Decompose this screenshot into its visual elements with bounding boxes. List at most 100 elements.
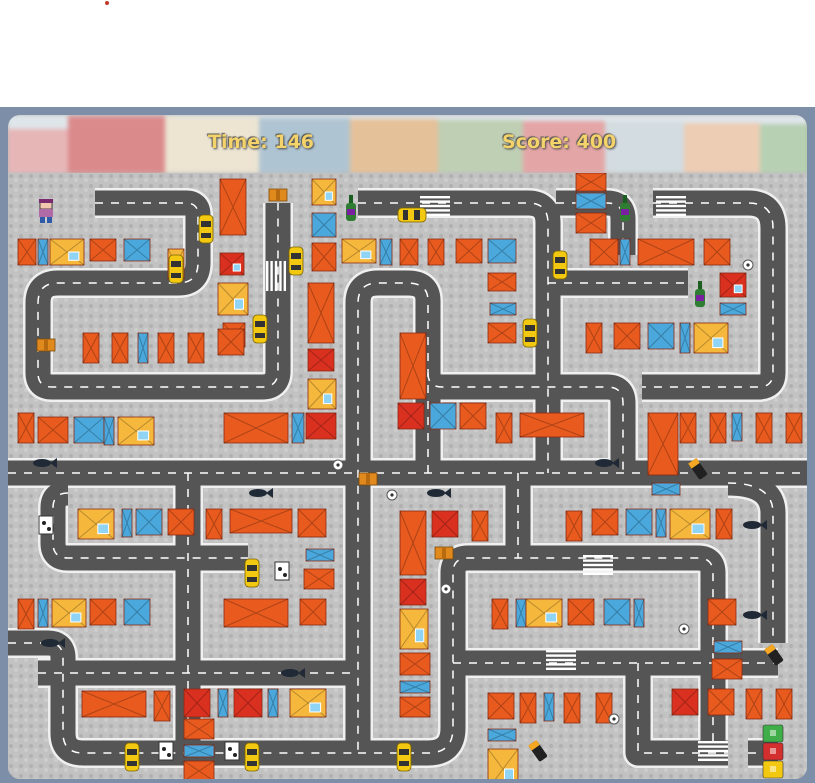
house-roof — [153, 690, 171, 722]
house-roof — [487, 272, 517, 292]
house-roof — [123, 238, 151, 262]
house-roof — [183, 688, 211, 718]
house-roof — [575, 192, 607, 210]
red-recycling-bin-icon — [762, 742, 784, 761]
house-roof — [495, 412, 513, 444]
house-roof — [455, 238, 483, 264]
house-roof — [205, 508, 223, 540]
house-roof — [487, 748, 519, 779]
house-roof — [565, 510, 583, 542]
skyline-building — [350, 119, 438, 173]
house-roof — [585, 322, 603, 354]
house-roof — [223, 412, 289, 444]
house-roof — [399, 608, 429, 650]
house-roof — [81, 690, 147, 718]
cardboard-box-icon — [36, 338, 56, 352]
house-roof — [219, 252, 245, 276]
milk-carton-icon — [38, 515, 54, 535]
house-roof — [563, 692, 581, 724]
house-roof — [291, 412, 305, 444]
house-roof — [397, 402, 425, 430]
house-roof — [543, 692, 555, 722]
skyline-building — [684, 123, 760, 173]
house-roof — [707, 688, 735, 716]
skyline-building — [760, 124, 807, 173]
house-roof — [491, 598, 509, 630]
house-roof — [297, 508, 327, 538]
skyline-building — [68, 116, 165, 173]
milk-carton-icon — [158, 741, 174, 761]
house-roof — [709, 412, 727, 444]
house-roof — [183, 744, 215, 758]
house-roof — [223, 598, 289, 628]
taxi-car-icon — [244, 558, 260, 588]
taxi-car-icon — [198, 214, 214, 244]
house-roof — [459, 402, 487, 430]
house-roof — [399, 578, 427, 606]
house-roof — [399, 680, 431, 694]
house-roof — [51, 598, 87, 628]
taxi-car-icon — [552, 250, 568, 280]
cardboard-box-icon — [268, 188, 288, 202]
house-roof — [135, 508, 163, 536]
house-roof — [633, 598, 645, 628]
house-roof — [311, 178, 337, 206]
house-roof — [341, 238, 377, 264]
house-roof — [183, 718, 215, 740]
house-roof — [519, 692, 537, 724]
house-roof — [103, 416, 115, 446]
house-roof — [157, 332, 175, 364]
skyline-building — [8, 129, 68, 173]
house-roof — [703, 238, 731, 266]
house-roof — [671, 688, 699, 716]
house-roof — [487, 322, 517, 344]
city-road-map[interactable] — [8, 173, 807, 779]
game-canvas[interactable]: Time: 146 Score: 400 — [8, 115, 807, 779]
house-roof — [567, 598, 595, 626]
house-roof — [399, 332, 427, 400]
house-roof — [307, 348, 335, 372]
house-roof — [655, 508, 667, 538]
house-roof — [311, 242, 337, 272]
soccer-ball-icon — [386, 489, 398, 501]
house-roof — [519, 412, 585, 438]
city-skyline-background — [8, 115, 807, 173]
house-roof — [427, 238, 445, 266]
house-roof — [89, 598, 117, 626]
score-counter: Score: 400 — [502, 131, 617, 153]
house-roof — [379, 238, 393, 266]
house-roof — [117, 416, 155, 446]
house-roof — [487, 238, 517, 264]
house-roof — [745, 688, 763, 720]
taxi-car-icon — [396, 742, 412, 772]
house-roof — [219, 178, 247, 236]
red-dot-marker — [105, 1, 109, 5]
house-roof — [73, 416, 105, 444]
house-roof — [471, 510, 489, 542]
house-roof — [167, 508, 195, 536]
soccer-ball-icon — [678, 623, 690, 635]
house-roof — [679, 322, 691, 354]
taxi-car-icon — [168, 254, 184, 284]
house-roof — [267, 688, 279, 718]
house-roof — [217, 328, 245, 356]
house-roof — [111, 332, 129, 364]
house-roof — [37, 238, 49, 266]
taxi-car-icon — [252, 314, 268, 344]
house-roof — [679, 412, 697, 444]
house-roof — [17, 598, 35, 630]
house-roof — [487, 692, 515, 720]
taxi-car-icon — [397, 207, 427, 223]
taxi-car-icon — [522, 318, 538, 348]
house-roof — [17, 238, 37, 266]
house-roof — [589, 238, 619, 266]
house-roof — [121, 508, 133, 538]
house-roof — [303, 568, 335, 590]
house-roof — [647, 412, 679, 476]
house-roof — [603, 598, 631, 626]
house-roof — [89, 238, 117, 262]
taxi-car-icon — [124, 742, 140, 772]
skyline-building — [605, 122, 684, 173]
house-roof — [613, 322, 641, 350]
time-counter: Time: 146 — [208, 131, 315, 153]
